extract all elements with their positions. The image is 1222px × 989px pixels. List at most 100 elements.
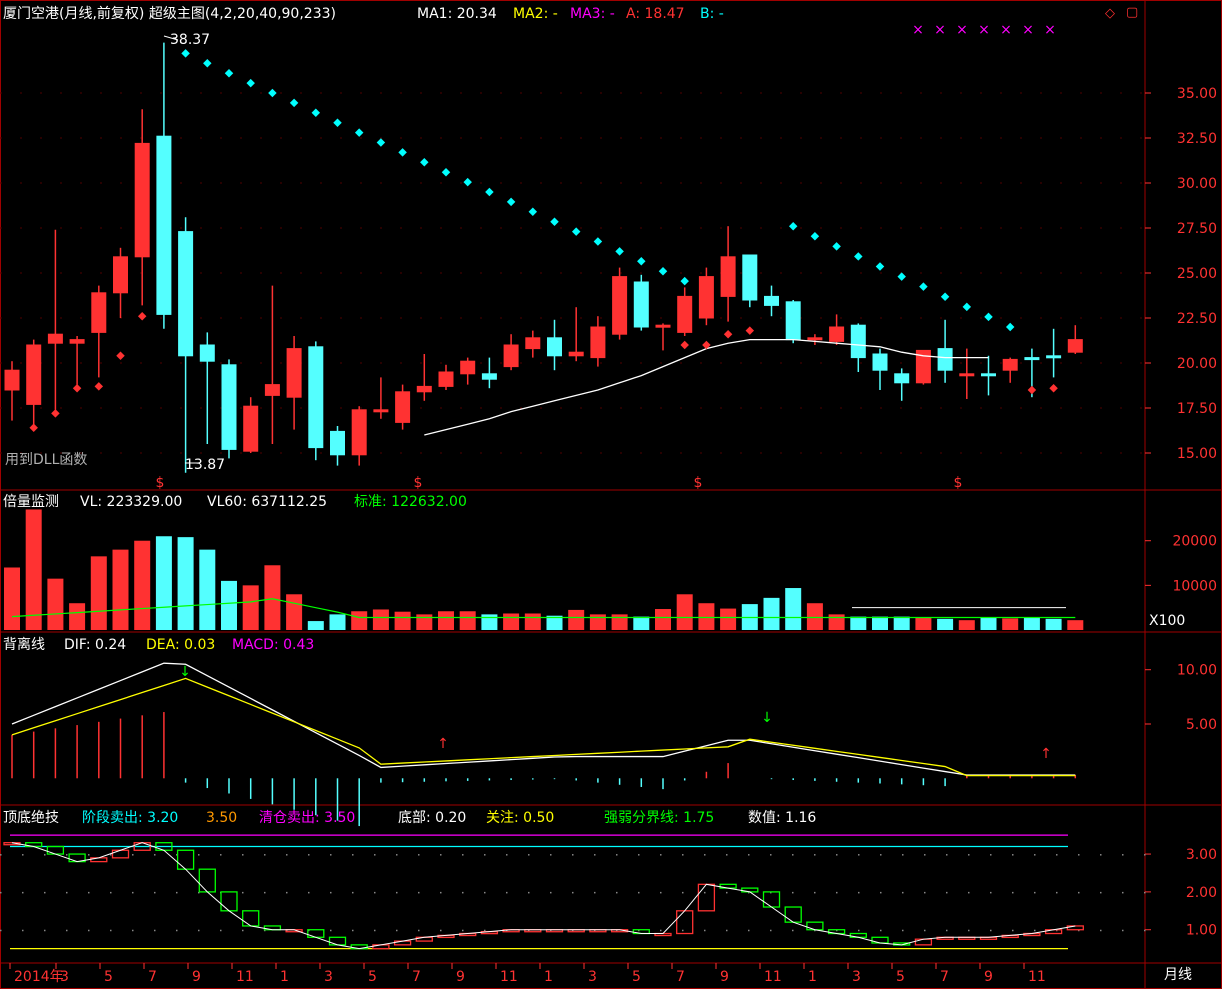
bottom-grid-dot <box>0 854 2 856</box>
x-tick-label: 5 <box>632 969 641 985</box>
candle-body <box>698 276 714 319</box>
x-tick-label: 3 <box>324 969 333 985</box>
macd-signal-arrow: ↓ <box>761 710 773 726</box>
bottom-grid-dot <box>44 929 46 932</box>
bottom-grid-dot <box>880 891 882 894</box>
candle-body <box>568 351 584 357</box>
bottom-grid-dot <box>1100 891 1102 894</box>
magenta-marker: × <box>1044 22 1056 38</box>
diamond-icon[interactable]: ◇ <box>1105 6 1115 21</box>
bottom-grid-dot <box>748 929 750 932</box>
bottom-l1: 阶段卖出: 3.20 <box>82 810 179 826</box>
bottom-grid-dot <box>638 891 640 894</box>
candle-body <box>91 292 107 333</box>
stop-dot <box>485 187 494 197</box>
dif-label: DIF: 0.24 <box>64 637 127 653</box>
volume-bar <box>980 617 997 630</box>
bottom-grid-dot <box>330 891 332 894</box>
stop-dot <box>354 128 364 137</box>
candle-body <box>894 373 910 384</box>
bottom-grid-dot <box>902 854 904 856</box>
support-dot <box>72 383 82 393</box>
support-dot <box>723 329 733 339</box>
stop-dot <box>637 257 646 266</box>
stop-dot <box>788 221 798 231</box>
volume-bar <box>264 565 281 630</box>
step-box <box>871 936 889 944</box>
volume-bar <box>221 580 237 630</box>
candle-body <box>438 371 454 387</box>
macd-signal-arrow: ↓ <box>179 664 191 680</box>
bottom-grid-dot <box>880 929 882 932</box>
bottom-grid-dot <box>1034 929 1036 932</box>
bottom-grid-dot <box>352 929 354 932</box>
volume-bar <box>242 585 259 630</box>
stop-dot <box>333 118 342 127</box>
dea-label: DEA: 0.03 <box>146 637 216 653</box>
candle-body <box>677 295 693 333</box>
bottom-grid-dot <box>22 929 24 932</box>
period-label[interactable]: 月线 <box>1164 966 1192 984</box>
bottom-grid-dot <box>550 854 552 856</box>
support-dot <box>94 382 104 391</box>
bottom-grid-dot <box>66 891 68 894</box>
candle-body <box>416 385 432 393</box>
price-tick-label: 35.00 <box>1177 86 1217 102</box>
high-note: 38.37 <box>170 32 211 48</box>
candle-body <box>26 344 42 405</box>
step-box <box>198 868 216 893</box>
bottom-grid-dot <box>572 854 574 856</box>
value-line <box>11 842 1076 950</box>
bottom-grid-dot <box>286 891 288 894</box>
bottom-grid-dot <box>726 891 728 894</box>
bottom-grid-dot <box>1100 929 1102 932</box>
volume-bar <box>155 536 172 630</box>
bottom-grid-dot <box>462 929 464 932</box>
x-tick-label: 1 <box>280 969 289 985</box>
stop-dot <box>398 148 407 157</box>
magenta-marker: × <box>956 22 968 38</box>
volume-bar <box>112 549 129 630</box>
bottom-grid-dot <box>968 929 970 932</box>
volume-bar <box>503 613 520 630</box>
bottom-l5: 关注: 0.50 <box>486 810 555 826</box>
x-tick-label: 7 <box>676 969 685 985</box>
vol-tick-label: 10000 <box>1172 578 1217 594</box>
step-box <box>328 936 347 946</box>
x-tick-label: 7 <box>148 969 157 985</box>
bottom-grid-dot <box>572 891 574 894</box>
candle-body <box>590 326 606 359</box>
bottom-grid-dot <box>88 929 90 932</box>
volume-bar <box>372 609 389 630</box>
bottom-grid-dot <box>1056 854 1058 856</box>
candle-body <box>612 276 628 335</box>
bottom-grid-dot <box>352 854 354 856</box>
stop-dot <box>810 232 820 241</box>
bottom-l6: 强弱分界线: 1.75 <box>604 810 715 826</box>
bottom-grid-dot <box>792 891 794 894</box>
price-tick-label: 25.00 <box>1177 266 1217 282</box>
bottom-grid-dot <box>990 929 992 932</box>
stop-dot <box>680 276 689 286</box>
ma1-label: MA1: 20.34 <box>417 6 497 22</box>
volume-bar <box>785 588 802 630</box>
ma2-label: MA2: - <box>513 6 558 22</box>
volume-bar <box>481 614 498 630</box>
price-tick-label: 20.00 <box>1177 356 1217 372</box>
bottom-grid-dot <box>924 891 926 894</box>
bottom-grid-dot <box>616 854 618 856</box>
candle-body <box>829 326 845 342</box>
support-dot <box>116 351 125 361</box>
volume-bar <box>611 614 628 630</box>
support-dot <box>51 409 60 418</box>
s-marker: $ <box>954 475 963 491</box>
window-icon[interactable]: ▢ <box>1126 5 1138 20</box>
bottom-grid-dot <box>770 929 772 932</box>
candle-body <box>481 373 497 380</box>
bottom-grid-dot <box>594 854 596 856</box>
volume-bar <box>937 618 954 630</box>
candle-body <box>460 360 476 375</box>
volume-bar <box>1023 617 1040 630</box>
bottom-grid-dot <box>0 929 2 932</box>
bottom-grid-dot <box>154 891 156 894</box>
